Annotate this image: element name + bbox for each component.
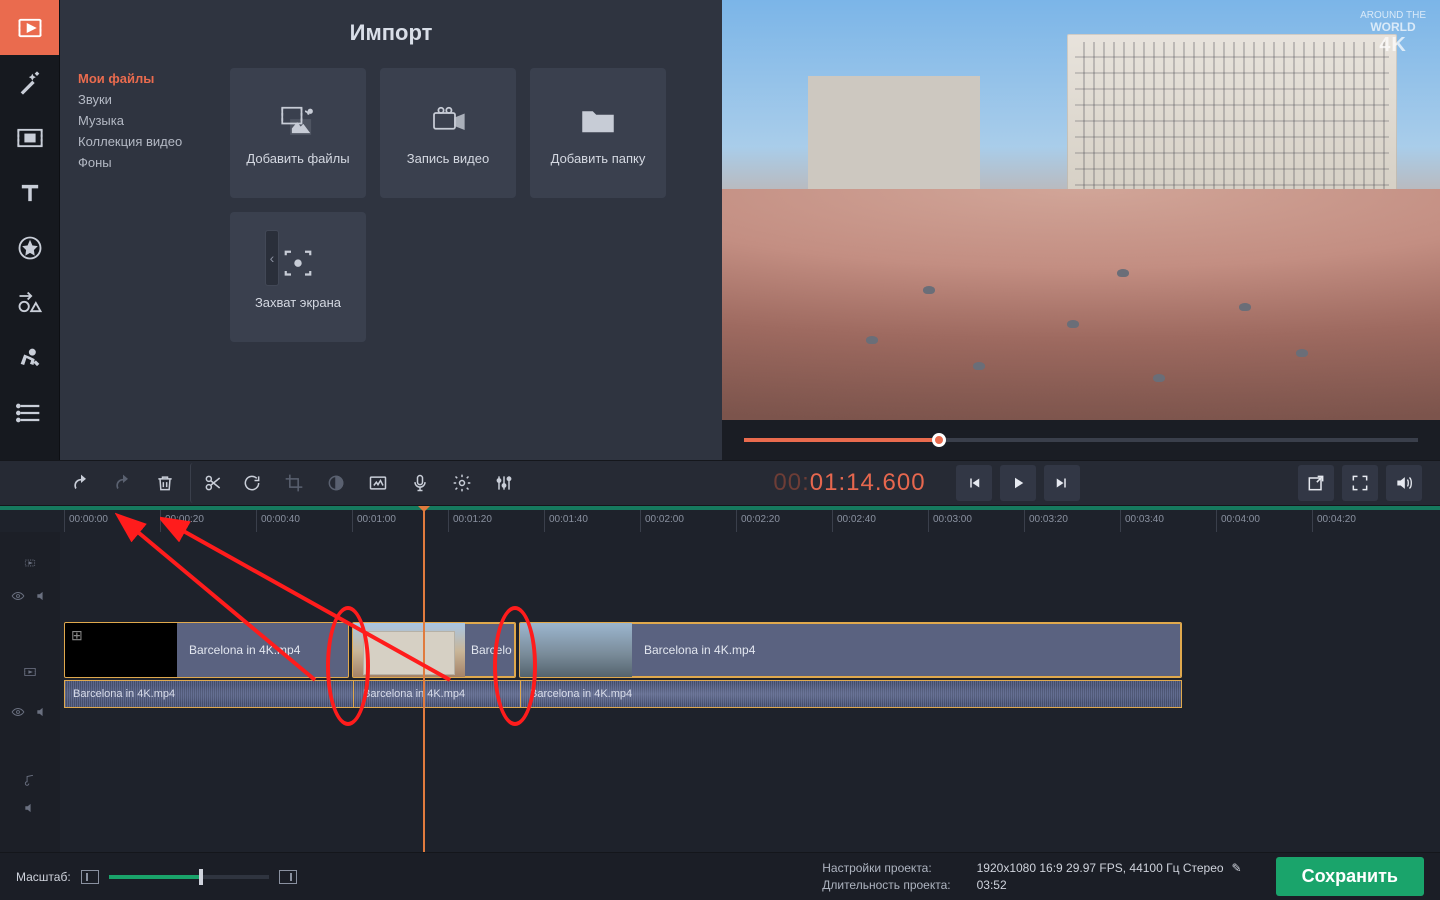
crop-button[interactable] [274, 463, 314, 503]
nav-video-collection[interactable]: Коллекция видео [78, 131, 194, 152]
timecode-display: 00:01:14.600 [743, 469, 925, 497]
panel-title: Импорт [60, 0, 722, 56]
music-track-head[interactable] [0, 764, 60, 796]
nav-backgrounds[interactable]: Фоны [78, 152, 194, 173]
volume-button[interactable] [1386, 465, 1422, 501]
ruler-tick: 00:01:00 [352, 510, 396, 532]
camcorder-icon [427, 99, 469, 141]
ruler-tick: 00:03:20 [1024, 510, 1068, 532]
ruler-tick: 00:02:40 [832, 510, 876, 532]
tile-label: Запись видео [407, 151, 489, 167]
settings-button[interactable] [442, 463, 482, 503]
video-clip-3[interactable]: Barcelona in 4K.mp4 [519, 622, 1182, 678]
tool-more[interactable] [0, 385, 59, 440]
play-button[interactable] [1000, 465, 1036, 501]
video-clip-1[interactable]: Barcelona in 4K.mp4 [64, 622, 349, 678]
capture-frame-icon [277, 243, 319, 285]
ruler-tick: 00:02:20 [736, 510, 780, 532]
folder-icon [577, 99, 619, 141]
tile-add-folder[interactable]: Добавить папку [530, 68, 666, 198]
collapse-panel-button[interactable]: ‹ [265, 230, 279, 286]
edit-project-settings-button[interactable]: ✎ [1232, 861, 1242, 875]
redo-button[interactable] [103, 463, 143, 503]
music-track-controls[interactable] [0, 796, 60, 820]
tile-label: Добавить файлы [246, 151, 349, 167]
ruler-tick: 00:03:00 [928, 510, 972, 532]
prev-button[interactable] [956, 465, 992, 501]
next-button[interactable] [1044, 465, 1080, 501]
fullscreen-button[interactable] [1342, 465, 1378, 501]
video-clip-2[interactable]: Barcelo [352, 622, 516, 678]
import-nav: Мои файлы Звуки Музыка Коллекция видео Ф… [60, 56, 200, 460]
preview-canvas[interactable]: AROUND THE WORLD 4K [722, 0, 1440, 420]
preview-panel: AROUND THE WORLD 4K [722, 0, 1440, 460]
tool-shapes[interactable] [0, 275, 59, 330]
playhead[interactable] [423, 510, 425, 852]
ruler-tick: 00:00:40 [256, 510, 300, 532]
ruler-tick: 00:01:40 [544, 510, 588, 532]
import-panel: Импорт Мои файлы Звуки Музыка Коллекция … [60, 0, 722, 460]
tool-transitions[interactable] [0, 110, 59, 165]
equalizer-button[interactable] [484, 463, 524, 503]
zoom-in-icon[interactable] [279, 870, 297, 884]
rotate-button[interactable] [232, 463, 272, 503]
overlay-track[interactable] [60, 546, 1440, 580]
video-track-controls[interactable] [0, 700, 60, 724]
linked-audio[interactable]: Barcelona in 4K.mp4 Barcelona in 4K.mp4 … [64, 680, 1182, 708]
ruler-tick: 00:02:00 [640, 510, 684, 532]
watermark: AROUND THE WORLD 4K [1360, 10, 1426, 56]
color-adjust-button[interactable] [316, 463, 356, 503]
nav-music[interactable]: Музыка [78, 110, 194, 131]
zoom-slider[interactable] [109, 875, 269, 879]
ruler-tick: 00:00:20 [160, 510, 204, 532]
export-frame-button[interactable] [1298, 465, 1334, 501]
undo-button[interactable] [61, 463, 101, 503]
time-ruler[interactable]: 00:00:00 00:00:20 00:00:40 00:01:00 00:0… [60, 510, 1440, 532]
zoom-out-icon[interactable] [81, 870, 99, 884]
project-info: Настройки проекта: 1920x1080 16:9 29.97 … [822, 861, 1241, 892]
tile-label: Захват экрана [255, 295, 341, 311]
ruler-tick: 00:03:40 [1120, 510, 1164, 532]
left-toolbar [0, 0, 60, 460]
ruler-tick: 00:04:00 [1216, 510, 1260, 532]
project-duration-value: 03:52 [977, 878, 1242, 892]
tool-titles[interactable] [0, 165, 59, 220]
tile-label: Добавить папку [551, 151, 646, 167]
transport-controls [956, 465, 1080, 501]
voiceover-button[interactable] [400, 463, 440, 503]
delete-button[interactable] [145, 463, 185, 503]
overlay-track-head[interactable] [0, 546, 60, 580]
tracks-area[interactable]: Barcelona in 4K.mp4 Barcelo Barcelona in… [60, 532, 1440, 852]
nav-my-files[interactable]: Мои файлы [78, 68, 194, 89]
tile-add-files[interactable]: Добавить файлы [230, 68, 366, 198]
preview-progress[interactable] [722, 420, 1440, 460]
project-settings-value: 1920x1080 16:9 29.97 FPS, 44100 Гц Стере… [977, 861, 1224, 875]
ruler-tick: 00:04:20 [1312, 510, 1356, 532]
film-media-icon [277, 99, 319, 141]
track-headers [0, 532, 60, 852]
tile-record-video[interactable]: Запись видео [380, 68, 516, 198]
save-button[interactable]: Сохранить [1276, 857, 1424, 896]
project-settings-label: Настройки проекта: [822, 861, 950, 875]
zoom-label: Масштаб: [16, 870, 71, 884]
status-bar: Масштаб: Настройки проекта: 1920x1080 16… [0, 852, 1440, 900]
video-track-head[interactable] [0, 652, 60, 692]
ruler-tick: 00:01:20 [448, 510, 492, 532]
tile-screen-capture[interactable]: Захват экрана [230, 212, 366, 342]
music-track[interactable] [60, 766, 1440, 798]
tool-filters[interactable] [0, 55, 59, 110]
project-duration-label: Длительность проекта: [822, 878, 950, 892]
nav-sounds[interactable]: Звуки [78, 89, 194, 110]
split-button[interactable] [190, 463, 230, 503]
upper-region: Импорт Мои файлы Звуки Музыка Коллекция … [0, 0, 1440, 460]
tool-motion[interactable] [0, 330, 59, 385]
overlay-track-controls[interactable] [0, 584, 60, 608]
tool-stickers[interactable] [0, 220, 59, 275]
clip-properties-button[interactable] [358, 463, 398, 503]
video-track[interactable]: Barcelona in 4K.mp4 Barcelo Barcelona in… [60, 622, 1440, 708]
ruler-tick: 00:00:00 [64, 510, 108, 532]
tool-import[interactable] [0, 0, 59, 55]
edit-toolbar-row: 00:01:14.600 [0, 460, 1440, 506]
timeline: 00:00:00 00:00:20 00:00:40 00:01:00 00:0… [0, 506, 1440, 900]
